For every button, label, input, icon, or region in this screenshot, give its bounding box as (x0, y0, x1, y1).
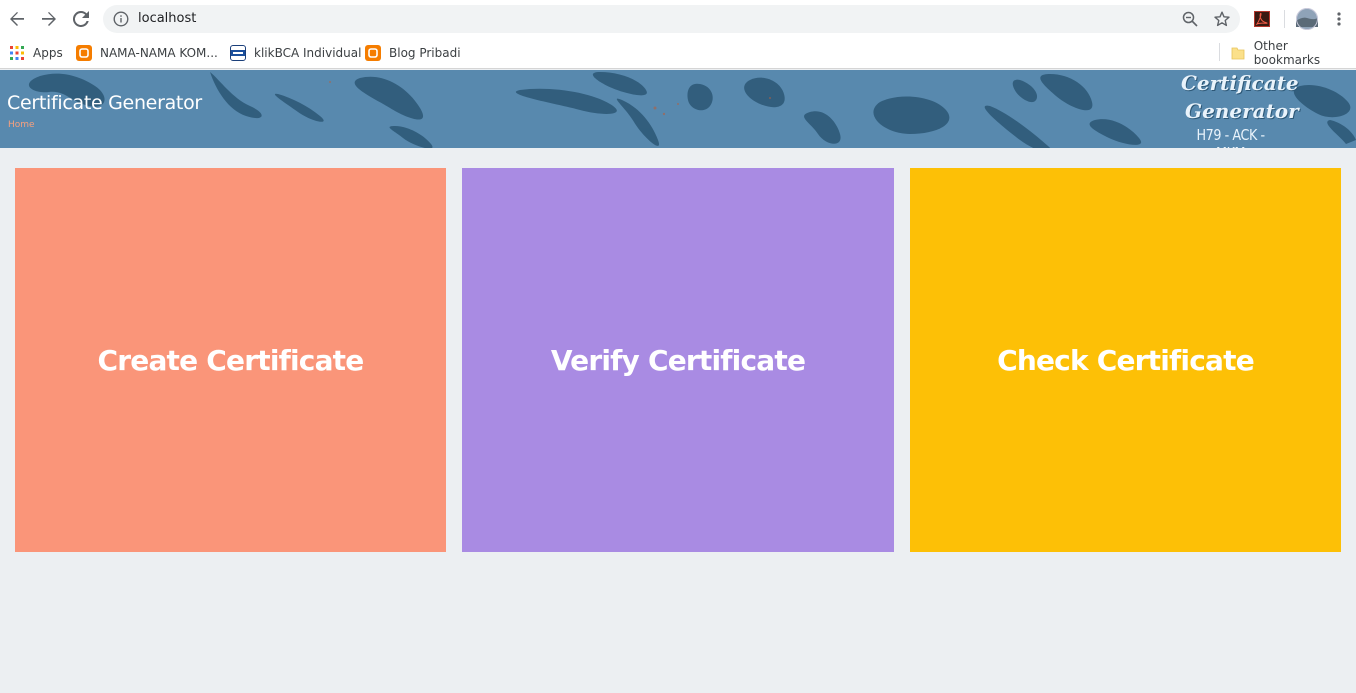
pdf-extension-icon[interactable] (1250, 7, 1274, 31)
forward-arrow-icon[interactable] (37, 7, 61, 31)
bca-icon (230, 45, 246, 61)
url-text: localhost (138, 11, 197, 26)
blogger-icon (76, 45, 92, 61)
profile-avatar[interactable] (1295, 7, 1319, 31)
address-bar[interactable]: localhost (103, 5, 1240, 33)
reload-icon[interactable] (69, 7, 93, 31)
bookmark-nama-nama-kom[interactable]: NAMA-NAMA KOM... (76, 43, 218, 63)
bookmark-apps[interactable]: Apps (9, 43, 63, 63)
bookmarks-divider (1219, 43, 1220, 61)
breadcrumb-home[interactable]: Home (8, 120, 35, 130)
check-certificate-card[interactable]: Check Certificate (910, 168, 1341, 552)
card-label: Verify Certificate (550, 343, 806, 377)
logo-line-3: H79 - ACK - MKM (1196, 126, 1265, 148)
bookmarks-bar: Apps NAMA-NAMA KOM... klikBCA Individual… (0, 38, 1356, 69)
app-logo: Certificate Generator H79 - ACK - MKM (1165, 70, 1299, 148)
browser-toolbar: localhost (0, 0, 1356, 38)
info-icon[interactable] (113, 11, 129, 32)
other-bookmarks[interactable]: Other bookmarks (1230, 39, 1356, 67)
verify-certificate-card[interactable]: Verify Certificate (462, 168, 894, 552)
logo-line-1: Certificate (1181, 71, 1299, 95)
blogger-icon (365, 45, 381, 61)
card-label: Check Certificate (997, 343, 1255, 377)
bookmark-klikbca[interactable]: klikBCA Individual (230, 43, 361, 63)
star-icon[interactable] (1213, 10, 1231, 28)
back-arrow-icon[interactable] (5, 7, 29, 31)
toolbar-divider (1284, 10, 1285, 28)
logo-line-2: Generator (1185, 99, 1299, 123)
bookmark-label: Apps (33, 46, 63, 60)
create-certificate-card[interactable]: Create Certificate (15, 168, 446, 552)
zoom-icon[interactable] (1181, 10, 1199, 28)
card-label: Create Certificate (97, 343, 365, 377)
app-header: Certificate Generator Home Certificate G… (0, 70, 1356, 148)
apps-grid-icon (9, 45, 25, 61)
bookmark-label: klikBCA Individual (254, 46, 362, 60)
bookmark-blog-pribadi[interactable]: Blog Pribadi (365, 43, 461, 63)
page-title: Certificate Generator (7, 92, 202, 114)
folder-icon (1230, 45, 1246, 61)
bookmark-label: NAMA-NAMA KOM... (100, 46, 218, 60)
map-background-image (28, 72, 1356, 148)
other-bookmarks-label: Other bookmarks (1253, 39, 1321, 67)
bookmark-label: Blog Pribadi (389, 46, 461, 60)
kebab-menu-icon[interactable] (1327, 7, 1351, 31)
